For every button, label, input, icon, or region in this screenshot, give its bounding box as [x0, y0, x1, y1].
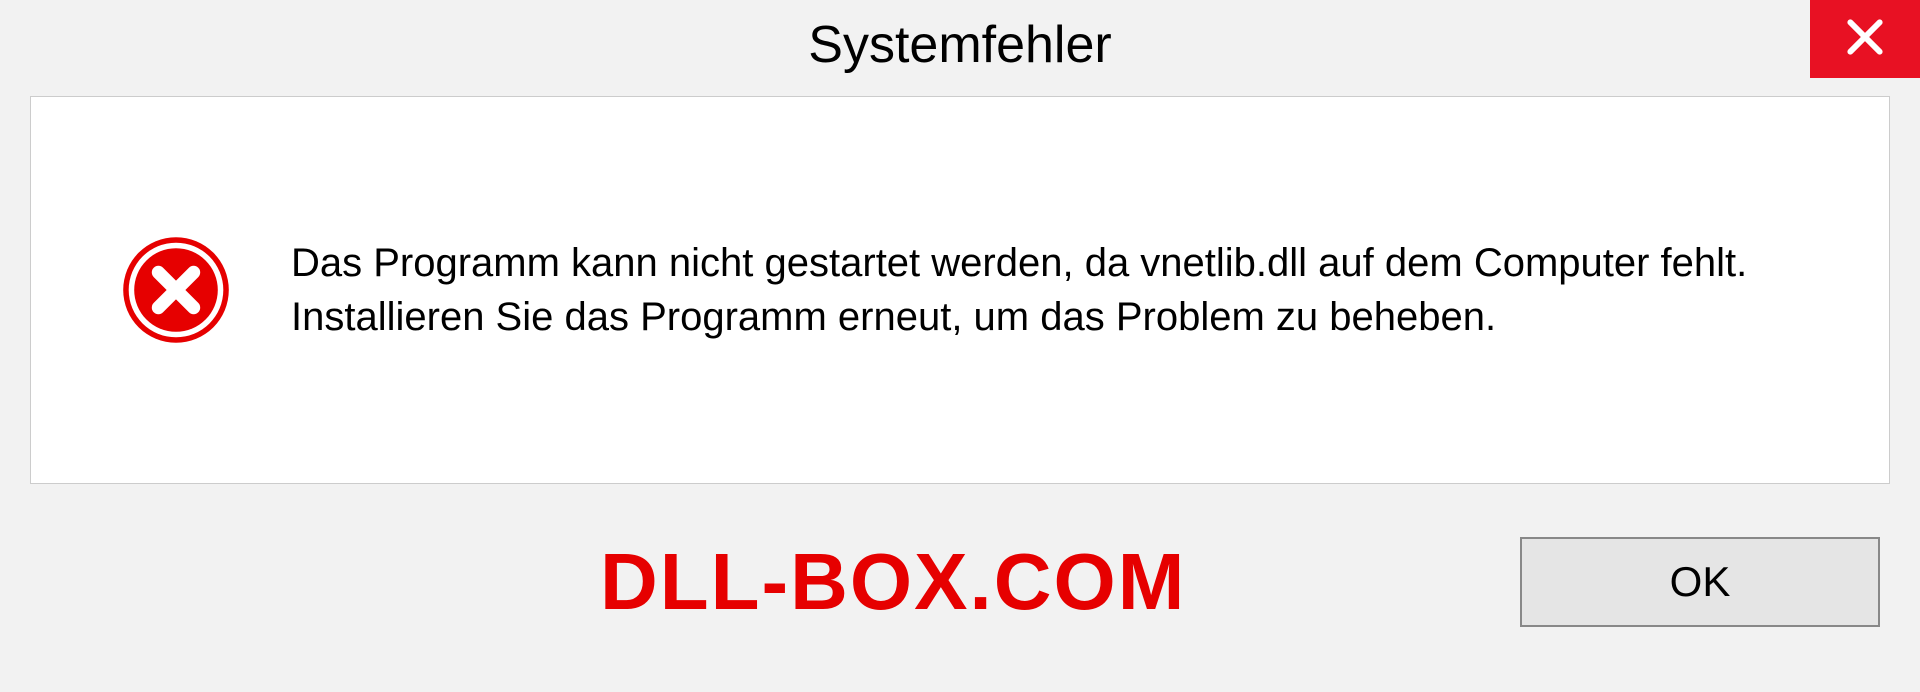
dialog-footer: DLL-BOX.COM OK [0, 502, 1920, 692]
close-icon [1843, 15, 1887, 64]
ok-button[interactable]: OK [1520, 537, 1880, 627]
titlebar: Systemfehler [0, 0, 1920, 90]
error-icon [121, 235, 231, 345]
error-message: Das Programm kann nicht gestartet werden… [291, 236, 1839, 344]
close-button[interactable] [1810, 0, 1920, 78]
dialog-title: Systemfehler [808, 15, 1111, 75]
dialog-content: Das Programm kann nicht gestartet werden… [30, 96, 1890, 484]
watermark-text: DLL-BOX.COM [0, 536, 1186, 628]
ok-button-label: OK [1670, 558, 1731, 606]
